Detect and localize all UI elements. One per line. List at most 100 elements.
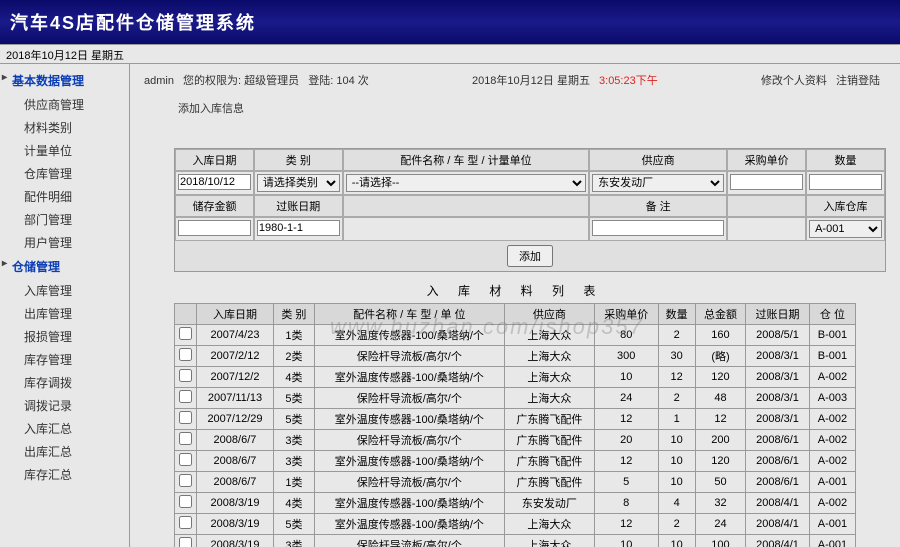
table-row: 2008/6/73类保险杆导流板/高尔/个广东腾飞配件20102002008/6… (175, 430, 856, 451)
table-cell: 2007/12/29 (197, 409, 274, 430)
sidebar-item[interactable]: 计量单位 (0, 139, 129, 162)
table-cell: B-001 (809, 346, 855, 367)
table-row: 2007/12/24类室外温度传感器-100/桑塔纳/个上海大众10121202… (175, 367, 856, 388)
table-cell: 2007/12/2 (197, 367, 274, 388)
table-cell: 4类 (273, 367, 314, 388)
sidebar-item[interactable]: 报损管理 (0, 325, 129, 348)
table-cell: 12 (658, 367, 695, 388)
select-part[interactable]: --请选择-- (346, 174, 586, 192)
table-cell: 8 (594, 493, 658, 514)
input-qty[interactable] (809, 174, 882, 190)
sidebar-item[interactable]: 库存管理 (0, 348, 129, 371)
row-checkbox[interactable] (179, 369, 192, 382)
table-cell: 12 (594, 514, 658, 535)
table-cell: 保险杆导流板/高尔/个 (314, 535, 504, 547)
sidebar-item[interactable]: 材料类别 (0, 116, 129, 139)
table-cell: 50 (695, 472, 745, 493)
sidebar-item[interactable]: 配件明细 (0, 185, 129, 208)
table-cell: 室外温度传感器-100/桑塔纳/个 (314, 451, 504, 472)
row-checkbox[interactable] (179, 474, 192, 487)
table-cell: 广东腾飞配件 (504, 451, 594, 472)
input-amount[interactable] (178, 220, 251, 236)
table-cell: 2008/6/1 (746, 451, 810, 472)
table-cell: A-003 (809, 388, 855, 409)
table-cell: 48 (695, 388, 745, 409)
input-price[interactable] (730, 174, 803, 190)
table-cell: 5 (594, 472, 658, 493)
table-cell: 2008/3/1 (746, 388, 810, 409)
row-checkbox[interactable] (179, 327, 192, 340)
table-cell: 保险杆导流板/高尔/个 (314, 472, 504, 493)
row-checkbox[interactable] (179, 411, 192, 424)
table-cell: 120 (695, 367, 745, 388)
sidebar-item[interactable]: 库存汇总 (0, 463, 129, 486)
row-checkbox[interactable] (179, 516, 192, 529)
table-cell: 2007/2/12 (197, 346, 274, 367)
col-checkbox (175, 304, 197, 325)
row-checkbox[interactable] (179, 348, 192, 361)
form-header: 供应商 (589, 149, 727, 171)
sidebar-item[interactable]: 库存调拨 (0, 371, 129, 394)
table-cell: 32 (695, 493, 745, 514)
table-cell: A-001 (809, 514, 855, 535)
table-cell: 1类 (273, 325, 314, 346)
entry-form: 入库日期类 别配件名称 / 车 型 / 计量单位供应商采购单价数量 请选择类别 … (174, 148, 886, 272)
table-cell: 10 (658, 535, 695, 547)
row-checkbox[interactable] (179, 537, 192, 547)
sidebar-group-storage[interactable]: 仓储管理 (0, 254, 129, 279)
table-cell: 上海大众 (504, 367, 594, 388)
table-cell: 3类 (273, 451, 314, 472)
table-cell: 2008/4/1 (746, 514, 810, 535)
row-checkbox[interactable] (179, 453, 192, 466)
select-warehouse[interactable]: A-001 (809, 220, 882, 238)
select-supplier[interactable]: 东安发动厂 (592, 174, 724, 192)
form-header: 入库日期 (175, 149, 254, 171)
sidebar-item[interactable]: 入库管理 (0, 279, 129, 302)
link-edit-profile[interactable]: 修改个人资料 (761, 75, 827, 87)
sidebar-item[interactable]: 部门管理 (0, 208, 129, 231)
table-cell: 2008/6/1 (746, 430, 810, 451)
table-cell: 2008/3/1 (746, 346, 810, 367)
table-header: 类 别 (273, 304, 314, 325)
table-cell: 2008/6/7 (197, 472, 274, 493)
table-cell: 2008/5/1 (746, 325, 810, 346)
current-user: admin (144, 75, 174, 87)
input-postdate[interactable] (257, 220, 340, 236)
select-category[interactable]: 请选择类别 (257, 174, 340, 192)
table-cell: 10 (658, 451, 695, 472)
sidebar-item[interactable]: 调拨记录 (0, 394, 129, 417)
row-checkbox[interactable] (179, 432, 192, 445)
input-remark[interactable] (592, 220, 724, 236)
table-cell: 24 (594, 388, 658, 409)
table-cell: A-001 (809, 535, 855, 547)
row-checkbox[interactable] (179, 390, 192, 403)
sidebar-group-basic[interactable]: 基本数据管理 (0, 68, 129, 93)
table-cell: 2008/3/1 (746, 409, 810, 430)
input-date[interactable] (178, 174, 251, 190)
sidebar-item[interactable]: 入库汇总 (0, 417, 129, 440)
table-header: 入库日期 (197, 304, 274, 325)
role-label: 您的权限为: 超级管理员 (183, 75, 299, 87)
link-logout[interactable]: 注销登陆 (836, 75, 880, 87)
table-cell: 5类 (273, 409, 314, 430)
table-cell: 30 (658, 346, 695, 367)
table-row: 2007/2/122类保险杆导流板/高尔/个上海大众30030(略)2008/3… (175, 346, 856, 367)
table-cell: 4类 (273, 493, 314, 514)
sidebar-item[interactable]: 供应商管理 (0, 93, 129, 116)
sidebar-item[interactable]: 出库汇总 (0, 440, 129, 463)
table-cell: 3类 (273, 535, 314, 547)
table-cell: 保险杆导流板/高尔/个 (314, 388, 504, 409)
row-checkbox[interactable] (179, 495, 192, 508)
sidebar-item[interactable]: 用户管理 (0, 231, 129, 254)
table-row: 2008/3/194类室外温度传感器-100/桑塔纳/个东安发动厂8432200… (175, 493, 856, 514)
table-cell: 2008/4/1 (746, 535, 810, 547)
add-button[interactable]: 添加 (507, 245, 553, 267)
table-cell: 广东腾飞配件 (504, 409, 594, 430)
sidebar-item[interactable]: 仓库管理 (0, 162, 129, 185)
table-cell: 东安发动厂 (504, 493, 594, 514)
table-cell: 12 (594, 409, 658, 430)
table-cell: 2008/6/1 (746, 472, 810, 493)
form-header: 入库仓库 (806, 195, 885, 217)
table-cell: 100 (695, 535, 745, 547)
sidebar-item[interactable]: 出库管理 (0, 302, 129, 325)
